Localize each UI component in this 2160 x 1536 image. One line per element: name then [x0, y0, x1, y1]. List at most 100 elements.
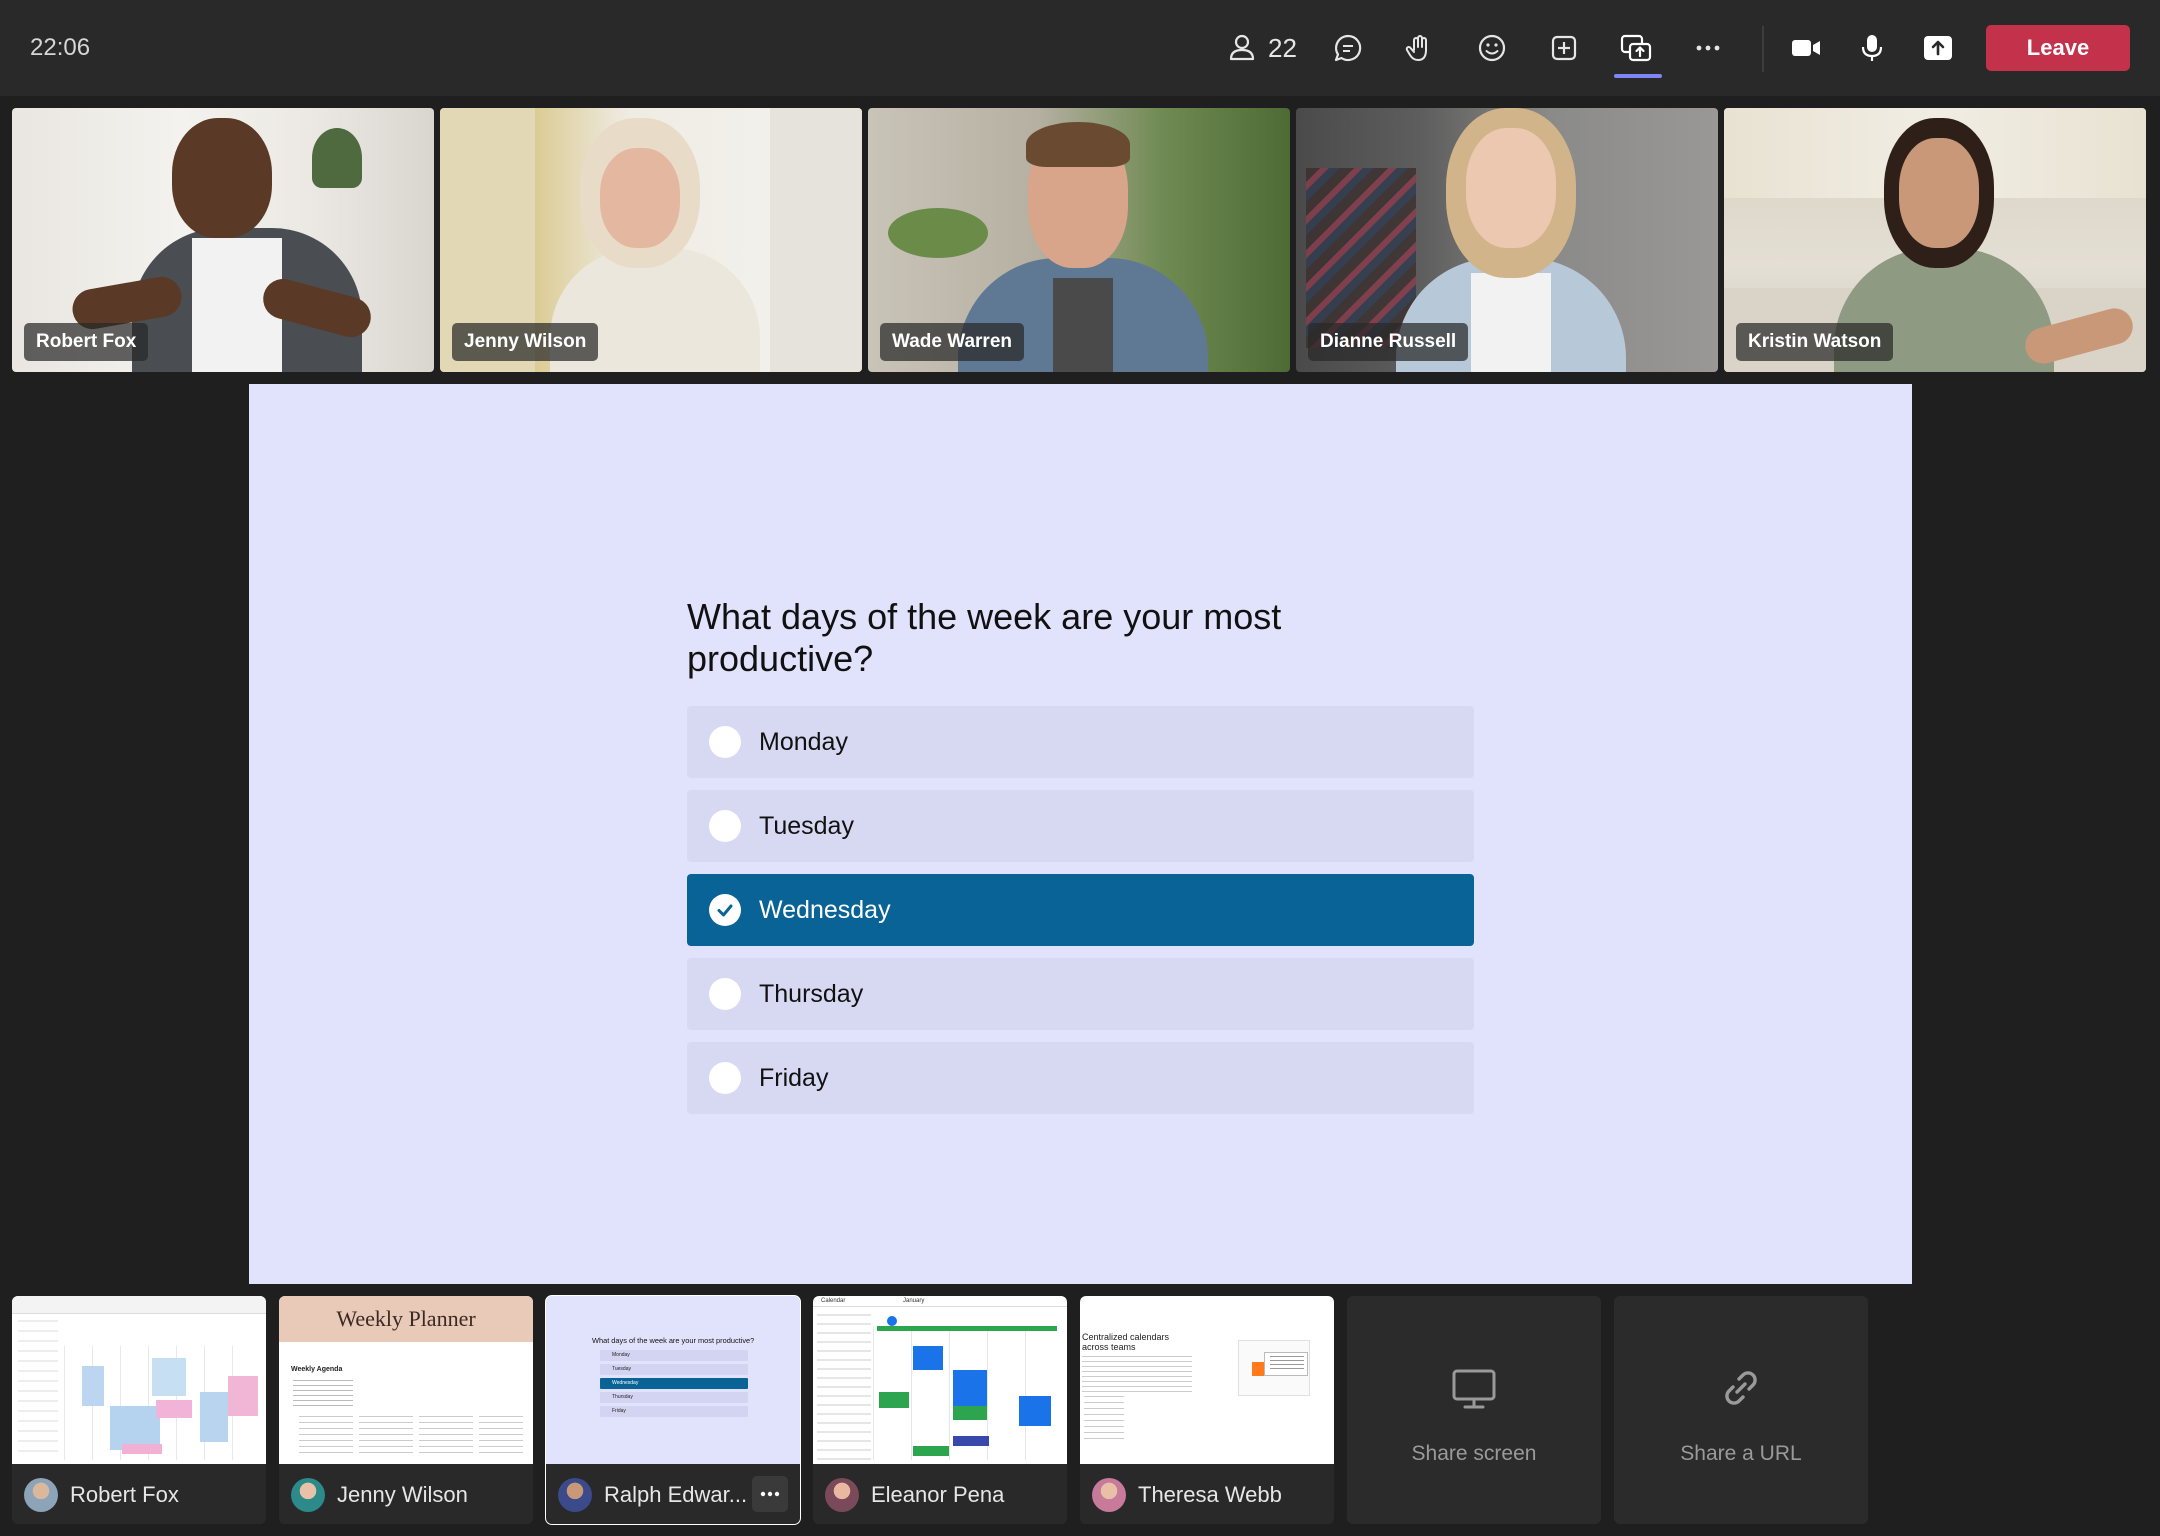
poll-option-label: Monday: [759, 727, 848, 756]
card-more-button[interactable]: [752, 1476, 788, 1512]
video-tile[interactable]: Jenny Wilson: [440, 108, 862, 372]
microphone-icon: [1861, 35, 1883, 61]
tshirt: [1053, 278, 1113, 372]
thumb-option: Thursday: [600, 1392, 748, 1403]
emoji-icon: [1478, 34, 1506, 62]
participant-name-tag: Wade Warren: [880, 323, 1025, 361]
tshirt: [1471, 273, 1551, 372]
share-window-card[interactable]: Robert Fox: [12, 1296, 266, 1524]
chat-button[interactable]: [1332, 24, 1364, 72]
toolbar-divider: [1762, 26, 1764, 72]
share-window-card[interactable]: Calendar January Eleanor Pena: [813, 1296, 1067, 1524]
video-camera-icon: [1792, 40, 1820, 56]
reactions-button[interactable]: [1476, 24, 1508, 72]
share-tray-icon: [1620, 34, 1652, 62]
poll-option-label: Tuesday: [759, 811, 854, 840]
thumb-option: Wednesday: [600, 1378, 748, 1389]
radio-icon[interactable]: [709, 1062, 741, 1094]
thumb-option: Tuesday: [600, 1364, 748, 1375]
radio-icon[interactable]: [709, 726, 741, 758]
window-thumbnail: What days of the week are your most prod…: [546, 1296, 800, 1464]
plant: [312, 128, 362, 188]
avatar: [24, 1478, 58, 1512]
participant-name-tag: Robert Fox: [24, 323, 149, 361]
avatar: [291, 1478, 325, 1512]
window-thumbnail: Weekly Planner Weekly Agenda: [279, 1296, 533, 1464]
person-head: [1899, 138, 1979, 248]
shelf: [770, 108, 862, 372]
share-content-button[interactable]: [1620, 24, 1652, 72]
thumb-title: Centralized calendars across teams: [1082, 1332, 1170, 1352]
participant-name: Theresa Webb: [1138, 1482, 1282, 1507]
chat-icon: [1334, 34, 1362, 62]
hair: [1026, 122, 1130, 167]
plant: [888, 208, 988, 258]
share-url-label: Share a URL: [1680, 1442, 1802, 1465]
raise-hand-button[interactable]: [1404, 24, 1436, 72]
share-upload-icon: [1924, 36, 1952, 60]
meeting-toolbar: 22:06 22 Leave: [0, 0, 2160, 96]
share-window-card-selected[interactable]: What days of the week are your most prod…: [545, 1295, 801, 1525]
poll-option[interactable]: Friday: [687, 1042, 1474, 1114]
people-icon: [1229, 34, 1255, 61]
share-window-card[interactable]: Centralized calendars across teams There…: [1080, 1296, 1334, 1524]
thumb-title: Calendar: [821, 1298, 846, 1304]
poll-option[interactable]: Wednesday: [687, 874, 1474, 946]
ellipsis-icon: [760, 1491, 780, 1497]
add-app-icon: [1551, 35, 1577, 61]
window-thumbnail: [12, 1296, 266, 1464]
active-indicator: [1614, 74, 1662, 78]
more-actions-button[interactable]: [1692, 24, 1724, 72]
share-screen-tile[interactable]: Share screen: [1347, 1296, 1601, 1524]
card-footer: Robert Fox: [12, 1464, 266, 1524]
share-tray: Robert Fox Weekly Planner Weekly Agenda …: [12, 1295, 2148, 1525]
avatar: [825, 1478, 859, 1512]
camera-button[interactable]: [1790, 24, 1822, 72]
share-screen-label: Share screen: [1411, 1442, 1537, 1465]
poll: What days of the week are your most prod…: [687, 596, 1474, 1126]
poll-question: What days of the week are your most prod…: [687, 596, 1282, 679]
participant-name-tag: Kristin Watson: [1736, 323, 1894, 361]
video-tile[interactable]: Wade Warren: [868, 108, 1290, 372]
radio-icon[interactable]: [709, 978, 741, 1010]
poll-option-label: Friday: [759, 1063, 829, 1092]
person-head: [600, 148, 680, 248]
card-footer: Theresa Webb: [1080, 1464, 1334, 1524]
avatar: [558, 1478, 592, 1512]
card-footer: Eleanor Pena: [813, 1464, 1067, 1524]
meeting-clock: 22:06: [30, 34, 91, 61]
bookshelf: [1306, 168, 1416, 348]
poll-option[interactable]: Thursday: [687, 958, 1474, 1030]
participant-name: Jenny Wilson: [337, 1482, 468, 1507]
poll-options: Monday Tuesday Wednesday Thursday Friday: [687, 706, 1474, 1114]
window-thumbnail: Calendar January: [813, 1296, 1067, 1464]
card-footer: Ralph Edwar...: [546, 1464, 800, 1524]
share-window-card[interactable]: Weekly Planner Weekly Agenda Jenny Wilso…: [279, 1296, 533, 1524]
video-tile[interactable]: Robert Fox: [12, 108, 434, 372]
microphone-button[interactable]: [1856, 24, 1888, 72]
radio-icon[interactable]: [709, 810, 741, 842]
participant-name-tag: Jenny Wilson: [452, 323, 599, 361]
poll-option-label: Wednesday: [759, 895, 891, 924]
video-tile[interactable]: Kristin Watson: [1724, 108, 2146, 372]
share-screen-button[interactable]: [1922, 24, 1954, 72]
share-url-tile[interactable]: Share a URL: [1614, 1296, 1868, 1524]
check-icon: [717, 904, 733, 917]
person-head: [172, 118, 272, 238]
radio-checked-icon[interactable]: [709, 894, 741, 926]
leave-button[interactable]: Leave: [1986, 25, 2130, 71]
poll-option[interactable]: Tuesday: [687, 790, 1474, 862]
apps-button[interactable]: [1548, 24, 1580, 72]
hand-icon: [1405, 35, 1427, 61]
thumb-subtitle: January: [903, 1298, 925, 1304]
link-icon: [1725, 1371, 1757, 1405]
window-thumbnail: Centralized calendars across teams: [1080, 1296, 1334, 1464]
participant-name: Eleanor Pena: [871, 1482, 1005, 1507]
participants-count: 22: [1268, 32, 1297, 63]
participant-name-tag: Dianne Russell: [1308, 323, 1469, 361]
video-tile[interactable]: Dianne Russell: [1296, 108, 1718, 372]
participants-button[interactable]: 22: [1226, 24, 1297, 72]
participant-name: Robert Fox: [70, 1482, 179, 1507]
monitor-icon: [1452, 1369, 1496, 1409]
poll-option[interactable]: Monday: [687, 706, 1474, 778]
